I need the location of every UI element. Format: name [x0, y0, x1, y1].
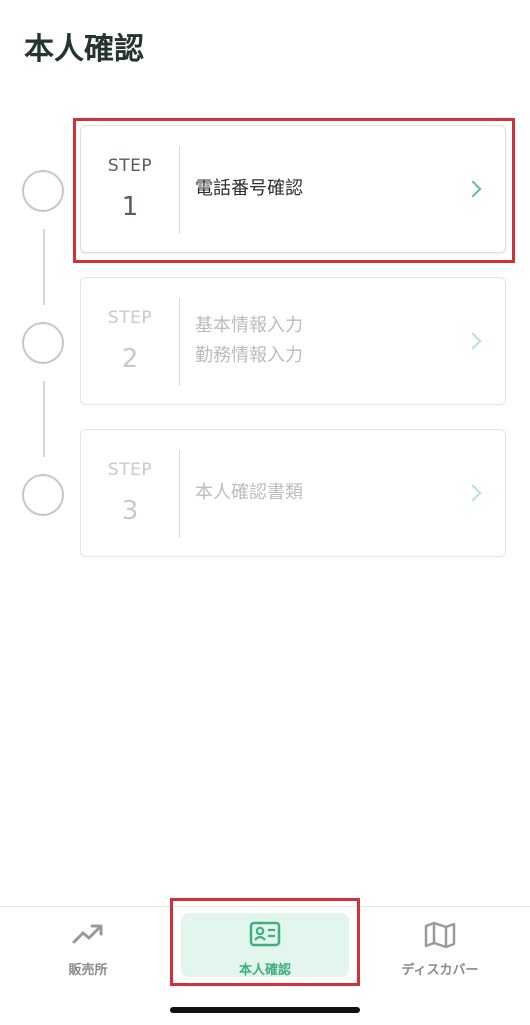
- tab-identity-verification[interactable]: 本人確認: [181, 913, 349, 978]
- step-label: STEP: [107, 460, 153, 480]
- step-3-card[interactable]: STEP 3 本人確認書類: [80, 429, 506, 557]
- id-card-icon: [249, 921, 281, 951]
- step-label: STEP: [107, 308, 153, 328]
- tab-discover[interactable]: ディスカバー: [356, 913, 524, 978]
- step-1-card[interactable]: STEP 1 電話番号確認: [80, 125, 506, 253]
- tab-exchange[interactable]: 販売所: [4, 913, 172, 978]
- step-number: 3: [121, 496, 139, 526]
- timeline-connector: [43, 229, 45, 305]
- map-icon: [423, 921, 457, 953]
- step-1-indicator: [22, 170, 64, 212]
- tab-label: ディスカバー: [401, 963, 479, 978]
- page-title: 本人確認: [24, 32, 144, 67]
- step-title-line: 本人確認書類: [195, 482, 303, 503]
- step-title: 基本情報入力 勤務情報入力: [195, 278, 445, 404]
- chevron-right-icon: [464, 180, 482, 198]
- tab-label: 販売所: [68, 963, 108, 978]
- divider: [179, 450, 180, 538]
- trend-up-icon: [71, 921, 105, 951]
- home-indicator[interactable]: [170, 1007, 360, 1013]
- step-badge: STEP 3: [81, 430, 179, 556]
- step-badge: STEP 2: [81, 278, 179, 404]
- divider: [179, 298, 180, 386]
- step-title: 電話番号確認: [195, 126, 445, 252]
- step-number: 2: [121, 344, 139, 374]
- step-2-indicator: [22, 322, 64, 364]
- step-label: STEP: [107, 156, 153, 176]
- step-2-card[interactable]: STEP 2 基本情報入力 勤務情報入力: [80, 277, 506, 405]
- step-title-line: 電話番号確認: [195, 178, 303, 199]
- divider: [179, 146, 180, 234]
- step-3-indicator: [22, 474, 64, 516]
- tab-label: 本人確認: [238, 963, 291, 978]
- timeline-connector: [43, 381, 45, 457]
- step-title-line: 勤務情報入力: [195, 345, 303, 366]
- chevron-right-icon: [464, 332, 482, 350]
- chevron-right-icon: [464, 484, 482, 502]
- step-badge: STEP 1: [81, 126, 179, 252]
- step-title-line: 基本情報入力: [195, 315, 303, 336]
- step-number: 1: [121, 192, 139, 222]
- step-title: 本人確認書類: [195, 430, 445, 556]
